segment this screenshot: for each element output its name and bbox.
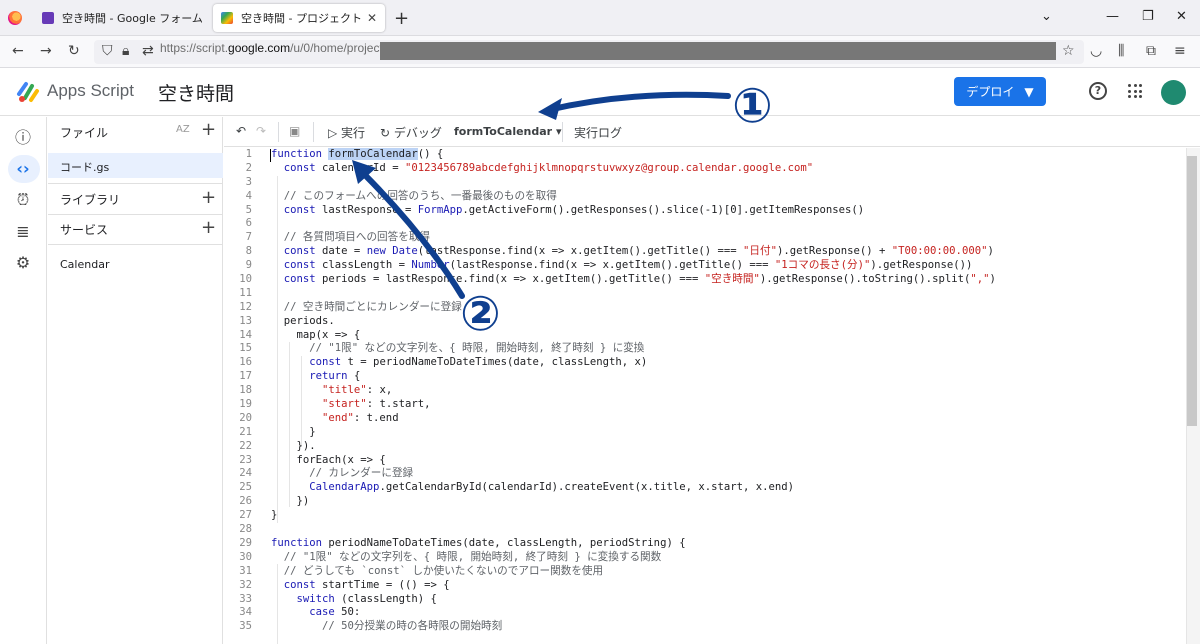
arrow-two-line: [359, 169, 465, 299]
arrow-one-head: [538, 98, 562, 120]
arrow-one-line: [545, 91, 731, 113]
annotation-arrows: [352, 91, 731, 299]
annotation-number-two: ②: [460, 286, 501, 342]
annotation-number-one: ①: [732, 78, 773, 134]
